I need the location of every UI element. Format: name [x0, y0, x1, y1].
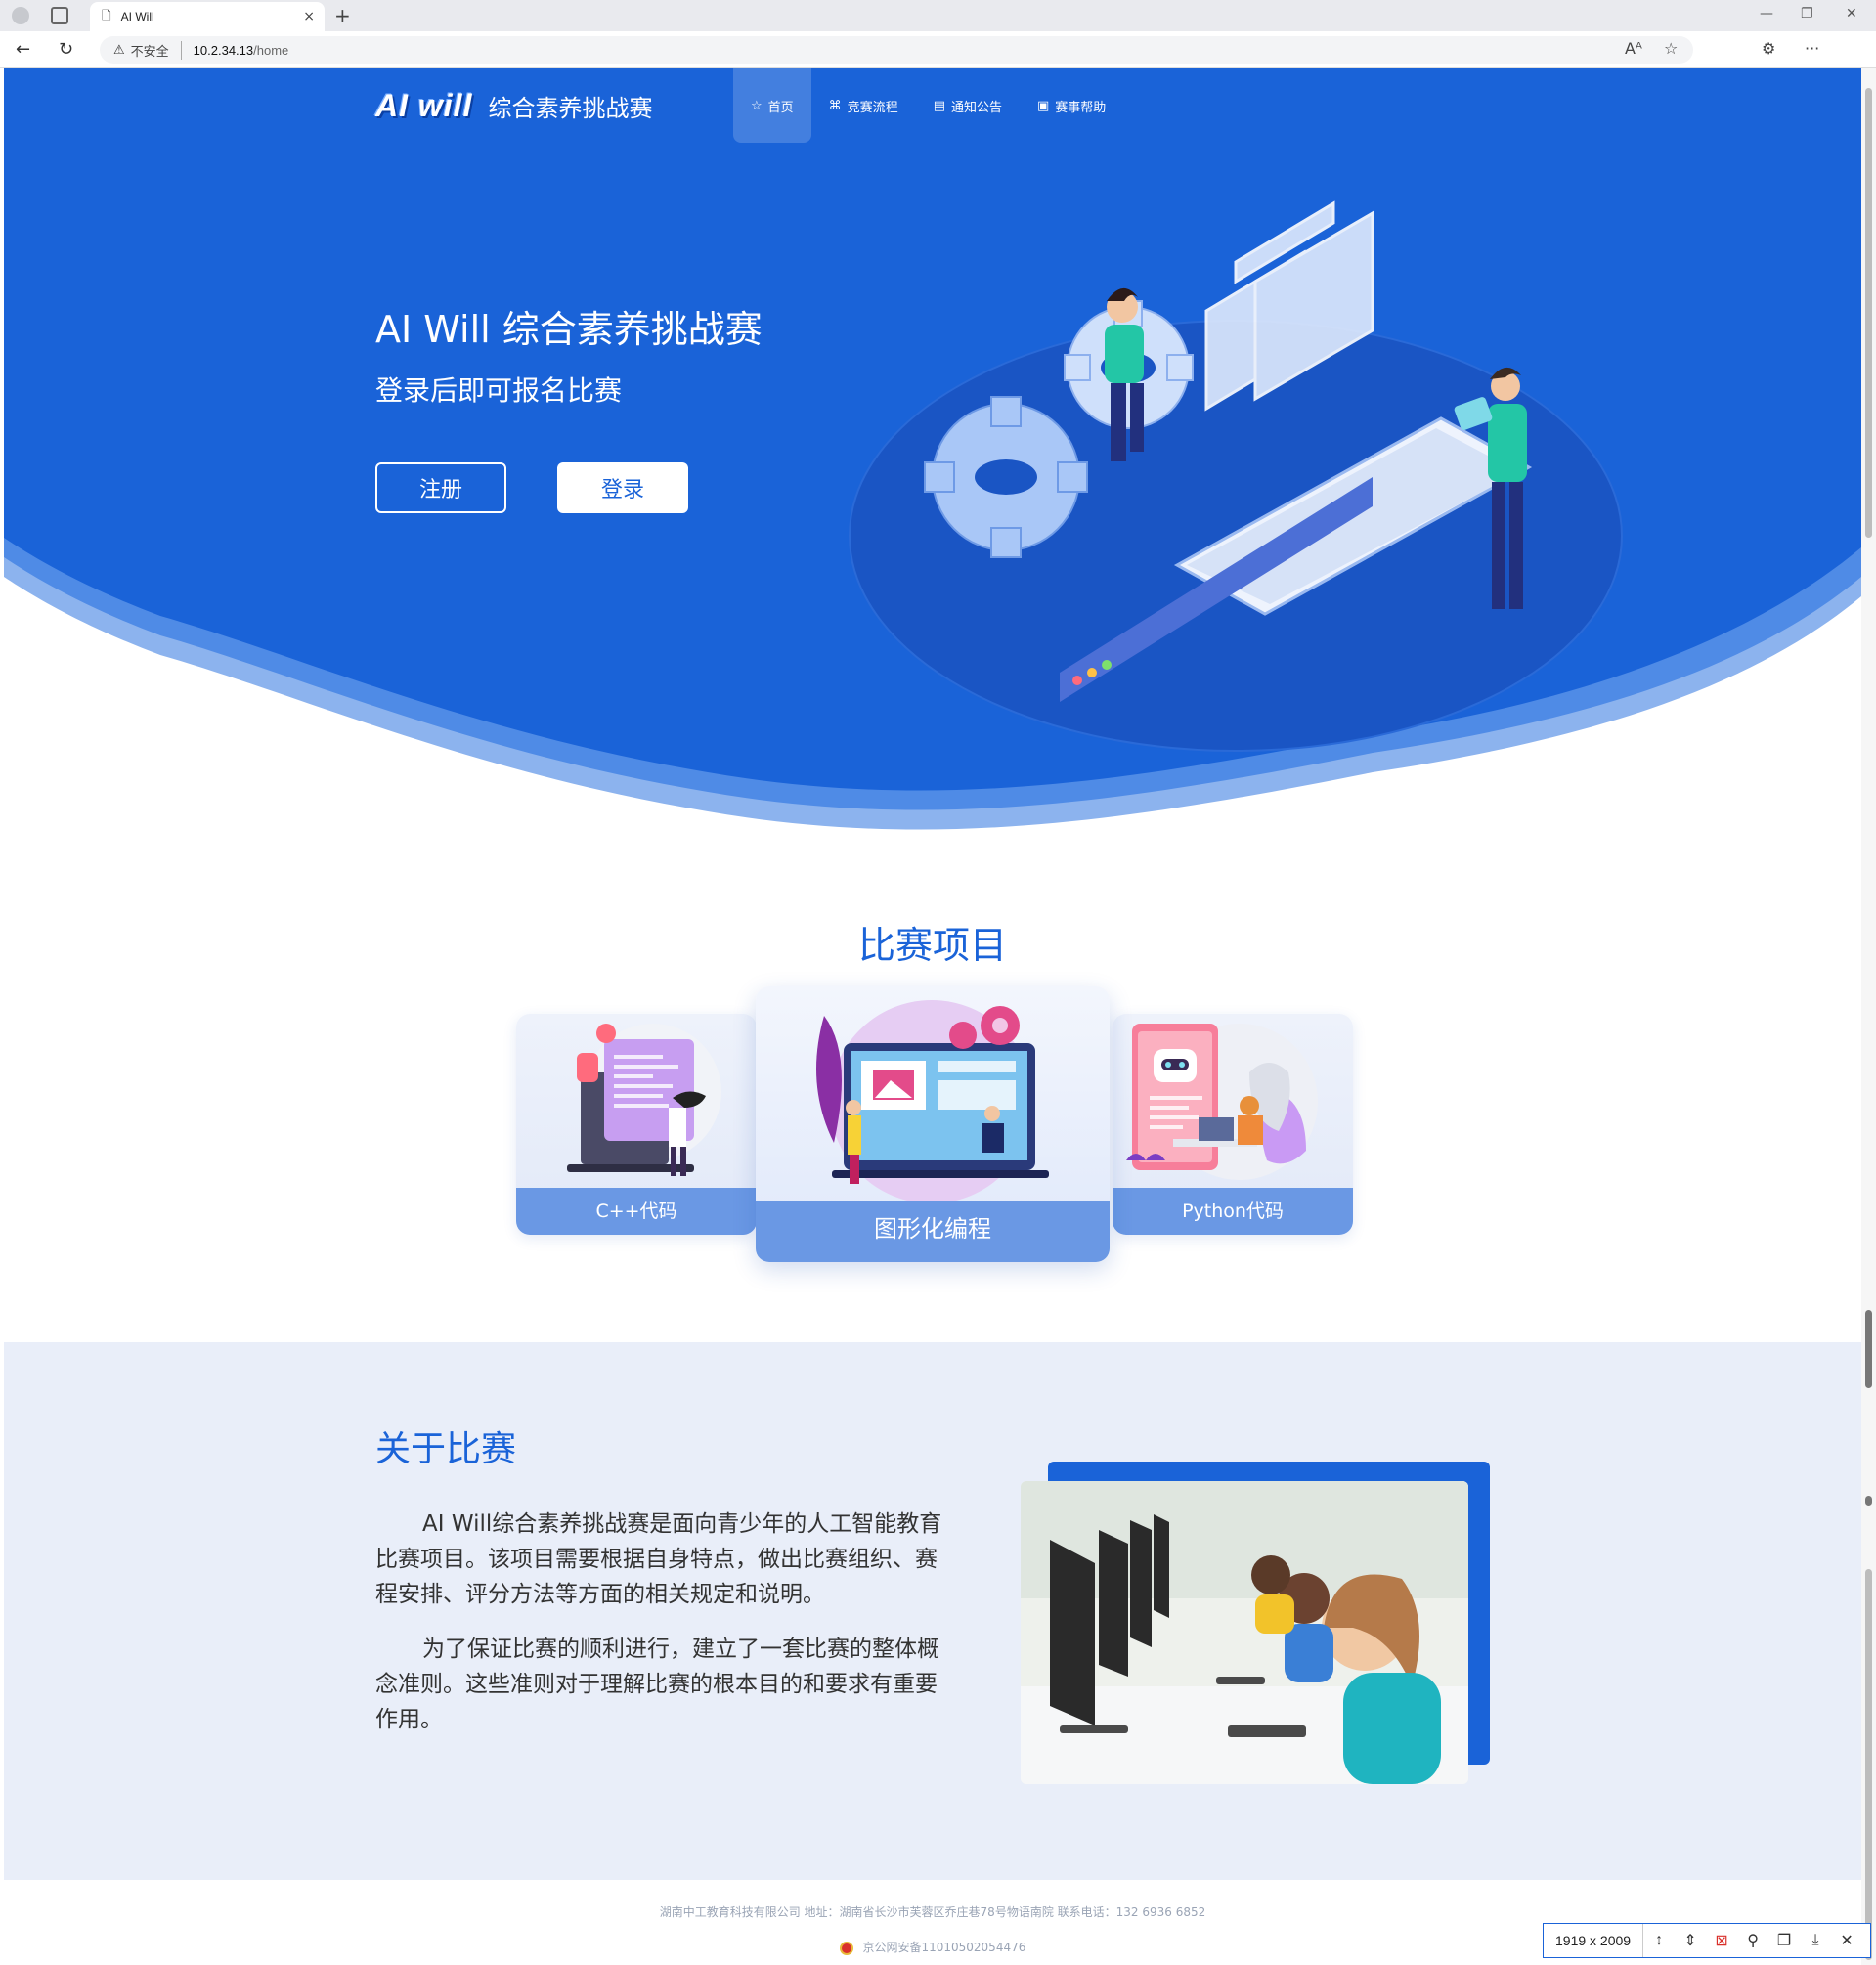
tab-title: AI Will: [120, 10, 154, 23]
pin-icon[interactable]: ⚲: [1737, 1931, 1768, 1950]
about-paragraph-1: AI Will综合素养挑战赛是面向青少年的人工智能教育比赛项目。该项目需要根据自…: [375, 1511, 942, 1607]
logo-mark: AI will: [375, 88, 473, 123]
warning-icon: ⚠: [113, 42, 125, 57]
scrollbar-thumb[interactable]: [1865, 88, 1872, 538]
copy-icon[interactable]: ❐: [1768, 1931, 1800, 1950]
graphic-programming-illustration: [816, 1000, 1049, 1203]
screenshot-toolbar: 1919 x 2009 ↕ ⇕ ⊠ ⚲ ❐ ⤓ ✕: [1543, 1923, 1871, 1958]
beian-text: 京公网安备11010502054476: [862, 1941, 1026, 1954]
read-aloud-icon[interactable]: Aᴬ: [1625, 39, 1642, 58]
address-input[interactable]: ⚠ 不安全 10.2.34.13/home: [100, 36, 1693, 64]
nav-label: 竞赛流程: [847, 100, 898, 115]
logo-text: 综合素养挑战赛: [488, 95, 653, 122]
home-icon: ☆: [751, 98, 763, 113]
page-icon: 🗋: [102, 8, 111, 22]
download-icon[interactable]: ⤓: [1800, 1932, 1831, 1949]
more-menu-icon[interactable]: ···: [1805, 39, 1819, 58]
login-button[interactable]: 登录: [557, 462, 688, 513]
process-icon: ⌘: [828, 98, 842, 113]
nav-label: 通知公告: [950, 100, 1002, 115]
about-section: 关于比赛 AI Will综合素养挑战赛是面向青少年的人工智能教育比赛项目。该项目…: [4, 1342, 1861, 1880]
hero-subtitle: 登录后即可报名比赛: [375, 374, 623, 407]
nav-item-help[interactable]: ▣ 赛事帮助: [1020, 68, 1123, 143]
restore-button[interactable]: ❐: [1801, 6, 1813, 22]
screenshot-dimensions: 1919 x 2009: [1544, 1924, 1644, 1957]
minimize-button[interactable]: —: [1760, 6, 1773, 22]
close-capture-icon[interactable]: ✕: [1831, 1931, 1862, 1950]
project-card-python[interactable]: Python代码: [1113, 1014, 1353, 1235]
scroll-marker: [1865, 1310, 1872, 1388]
profile-icon[interactable]: [12, 7, 29, 24]
nav-label: 赛事帮助: [1055, 100, 1107, 115]
classroom-image: [1021, 1481, 1468, 1784]
browser-tab[interactable]: 🗋 AI Will ×: [90, 2, 325, 31]
tab-close-icon[interactable]: ×: [303, 9, 315, 24]
favorite-icon[interactable]: ☆: [1664, 39, 1678, 58]
workspaces-icon[interactable]: [51, 7, 68, 24]
main-nav: ☆ 首页 ⌘ 竞赛流程 ▤ 通知公告 ▣ 赛事帮助: [733, 68, 1123, 143]
address-bar-row: ← ↻ ⚠ 不安全 10.2.34.13/home Aᴬ ☆ ⚙ ···: [0, 31, 1876, 68]
card-caption: 图形化编程: [756, 1201, 1110, 1262]
reload-button[interactable]: ↻: [59, 39, 73, 60]
scroll-marker: [1865, 1496, 1872, 1506]
nav-item-process[interactable]: ⌘ 竞赛流程: [811, 68, 916, 143]
cancel-region-icon[interactable]: ⊠: [1706, 1931, 1737, 1950]
vertical-scrollbar[interactable]: [1861, 68, 1876, 1965]
nav-item-home[interactable]: ☆ 首页: [733, 68, 811, 143]
browser-tab-bar: 🗋 AI Will × + — ❐ ✕: [0, 0, 1876, 31]
footer-company-info: 湖南中工教育科技有限公司 地址：湖南省长沙市芙蓉区乔庄巷78号物语南院 联系电话…: [659, 1905, 1206, 1919]
window-close-button[interactable]: ✕: [1846, 6, 1857, 22]
new-tab-button[interactable]: +: [334, 4, 351, 27]
notice-icon: ▤: [933, 98, 945, 113]
kids-computer-photo: [1021, 1481, 1468, 1784]
scroll-marker: [1865, 1569, 1872, 1960]
resize-icon[interactable]: ↕: [1643, 1932, 1675, 1949]
register-button[interactable]: 注册: [375, 462, 506, 513]
site-logo[interactable]: AI will 综合素养挑战赛: [375, 88, 652, 124]
cpp-illustration: [567, 1024, 721, 1176]
card-caption: C++代码: [516, 1188, 757, 1235]
about-paragraph-2: 为了保证比赛的顺利进行，建立了一套比赛的整体概念准则。这些准则对于理解比赛的根本…: [375, 1637, 939, 1732]
project-card-graphic[interactable]: 图形化编程: [756, 986, 1110, 1262]
hero-title: AI Will 综合素养挑战赛: [375, 308, 763, 351]
hero-illustration: [849, 200, 1623, 752]
page: AI will 综合素养挑战赛 ☆ 首页 ⌘ 竞赛流程 ▤ 通知公告 ▣ 赛事帮…: [4, 68, 1861, 1965]
help-icon: ▣: [1037, 98, 1050, 113]
url-path: /home: [253, 42, 289, 58]
hero-section: AI will 综合素养挑战赛 ☆ 首页 ⌘ 竞赛流程 ▤ 通知公告 ▣ 赛事帮…: [4, 68, 1861, 870]
about-title: 关于比赛: [375, 1429, 517, 1469]
scroll-capture-icon[interactable]: ⇕: [1675, 1931, 1706, 1950]
police-emblem-icon: [839, 1941, 853, 1955]
nav-item-notice[interactable]: ▤ 通知公告: [916, 68, 1020, 143]
extensions-icon[interactable]: ⚙: [1762, 39, 1775, 58]
project-card-cpp[interactable]: C++代码: [516, 1014, 757, 1235]
url-host: 10.2.34.13: [193, 42, 254, 58]
insecure-label: 不安全: [131, 40, 182, 60]
card-caption: Python代码: [1113, 1188, 1353, 1235]
projects-title: 比赛项目: [857, 924, 1007, 967]
python-illustration: [1126, 1024, 1318, 1180]
nav-label: 首页: [767, 100, 794, 115]
back-button[interactable]: ←: [16, 39, 30, 60]
